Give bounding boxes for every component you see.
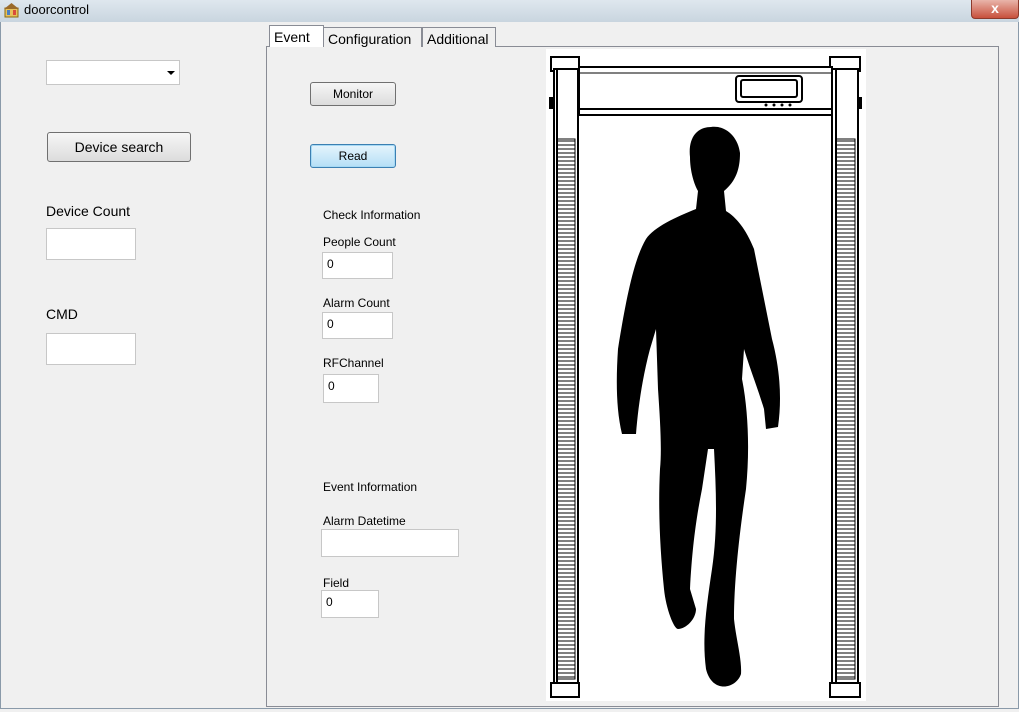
window-title: doorcontrol (24, 2, 90, 17)
rfchannel-label: RFChannel (323, 356, 384, 370)
metal-detector-illustration (546, 49, 866, 701)
title-bar: doorcontrol x (0, 0, 1019, 23)
event-information-heading: Event Information (323, 480, 418, 494)
people-count-label: People Count (323, 235, 396, 249)
device-count-label: Device Count (46, 203, 131, 219)
alarm-count-label: Alarm Count (323, 296, 390, 310)
tab-event[interactable]: Event (269, 25, 324, 47)
alarm-datetime-field[interactable] (321, 529, 459, 557)
chevron-down-icon (167, 71, 175, 75)
metal-detector-graphic (549, 56, 862, 698)
cmd-field[interactable] (46, 333, 136, 365)
person-silhouette-icon (616, 126, 780, 687)
check-information-heading: Check Information (323, 208, 421, 222)
rfchannel-field[interactable]: 0 (323, 374, 379, 403)
close-button[interactable]: x (971, 0, 1019, 19)
display-panel (735, 75, 803, 107)
read-button[interactable]: Read (310, 144, 396, 168)
alarm-count-field[interactable]: 0 (322, 312, 393, 339)
device-search-button[interactable]: Device search (47, 132, 191, 162)
app-icon (4, 3, 19, 18)
cmd-label: CMD (46, 306, 78, 322)
tab-additional[interactable]: Additional (422, 27, 496, 47)
monitor-button[interactable]: Monitor (310, 82, 396, 106)
people-count-field[interactable]: 0 (322, 252, 393, 279)
device-select[interactable] (46, 60, 180, 85)
device-count-field[interactable] (46, 228, 136, 260)
field-label: Field (323, 576, 350, 590)
alarm-datetime-label: Alarm Datetime (323, 514, 406, 528)
tab-configuration[interactable]: Configuration (323, 27, 422, 47)
field-field[interactable]: 0 (321, 590, 379, 618)
